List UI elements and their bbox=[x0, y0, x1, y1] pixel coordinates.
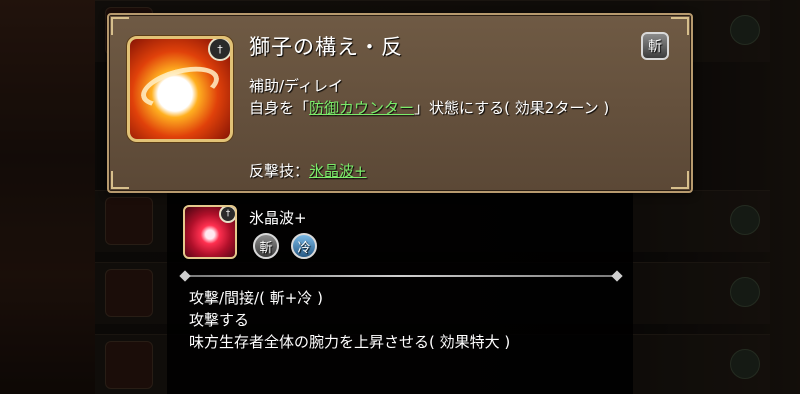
frame-corner bbox=[111, 17, 129, 35]
lion-stance-icon: † bbox=[127, 36, 233, 142]
frame-corner bbox=[111, 171, 129, 189]
tooltip-skill-title: 氷晶波+ bbox=[249, 209, 307, 227]
sword-type-icon: † bbox=[208, 39, 230, 61]
tooltip-type-line: 攻撃/間接/( 斬+冷 ) bbox=[189, 289, 323, 307]
skill-type-line: 補助/ディレイ bbox=[249, 77, 344, 95]
slash-attribute-icon: 斬 bbox=[641, 32, 669, 60]
counter-skill-link[interactable]: 氷晶波+ bbox=[309, 162, 367, 180]
skill-effect-line: 自身を「防御カウンター」状態にする( 効果2ターン ) bbox=[249, 97, 669, 119]
effect-prefix: 自身を「 bbox=[249, 99, 310, 117]
tooltip-buff-line: 味方生存者全体の腕力を上昇させる( 効果特大 ) bbox=[189, 333, 511, 351]
divider bbox=[185, 275, 617, 277]
effect-suffix: 」状態にする( 効果2ターン ) bbox=[414, 99, 610, 117]
counter-label: 反撃技： bbox=[249, 162, 310, 180]
skill-detail-panel: † 獅子の構え・反 斬 補助/ディレイ 自身を「防御カウンター」状態にする( 効… bbox=[107, 13, 693, 193]
tooltip-effect-line: 攻撃する bbox=[189, 311, 250, 329]
swirl-graphic bbox=[136, 59, 224, 115]
skill-description: 補助/ディレイ 自身を「防御カウンター」状態にする( 効果2ターン ) bbox=[249, 75, 669, 119]
sword-type-icon: † bbox=[219, 207, 235, 223]
defense-counter-link[interactable]: 防御カウンター bbox=[309, 99, 414, 117]
frame-corner bbox=[671, 17, 689, 35]
ice-attribute-icon: 冷 bbox=[291, 233, 317, 259]
tooltip-description: 攻撃/間接/( 斬+冷 ) 攻撃する 味方生存者全体の腕力を上昇させる( 効果特… bbox=[189, 287, 510, 353]
ice-crystal-wave-icon: † bbox=[183, 205, 237, 259]
slash-attribute-icon: 斬 bbox=[253, 233, 279, 259]
frame-corner bbox=[671, 171, 689, 189]
counter-skill-tooltip: † 氷晶波+ 斬 冷 攻撃/間接/( 斬+冷 ) 攻撃する 味方生存者全体の腕力… bbox=[167, 193, 633, 394]
counter-skill-line: 反撃技：氷晶波+ bbox=[249, 160, 367, 181]
skill-title: 獅子の構え・反 bbox=[249, 35, 403, 59]
